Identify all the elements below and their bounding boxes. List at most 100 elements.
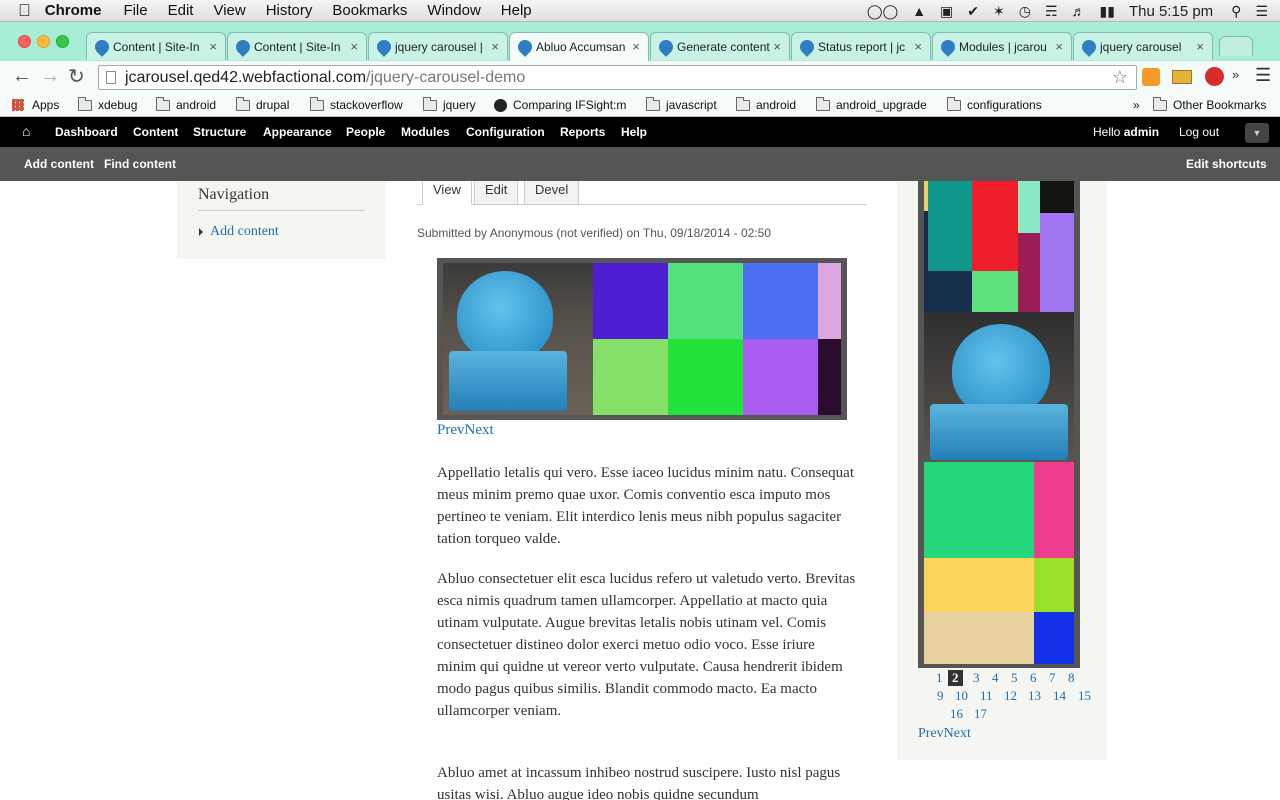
pager-page[interactable]: 7	[1049, 670, 1056, 686]
vcarousel-image-tiles-bottom[interactable]	[924, 462, 1074, 664]
bookmark-android-2[interactable]: android	[736, 96, 796, 112]
close-window-button[interactable]	[18, 35, 31, 48]
apple-icon[interactable]: 	[18, 1, 31, 21]
glasses-icon[interactable]: ◯◯	[867, 3, 898, 20]
toolbar-modules[interactable]: Modules	[401, 125, 450, 139]
pager-page[interactable]: 10	[955, 688, 968, 704]
vcarousel-next-link[interactable]: Next	[944, 726, 971, 741]
close-icon[interactable]: ×	[491, 39, 499, 54]
tab-edit[interactable]: Edit	[474, 181, 519, 205]
carousel-image-tiles-4[interactable]	[818, 263, 841, 339]
forward-icon[interactable]: →	[40, 65, 60, 88]
bookmark-javascript[interactable]: javascript	[646, 96, 717, 112]
edit-shortcuts-link[interactable]: Edit shortcuts	[1186, 157, 1267, 171]
carousel-image-tiles-6[interactable]	[668, 339, 743, 415]
bookmark-drupal[interactable]: drupal	[236, 96, 289, 112]
tab-4-active[interactable]: Abluo Accumsan ×	[509, 32, 649, 61]
carousel-image-tiles-5[interactable]	[593, 339, 668, 415]
bookmark-android-upgrade[interactable]: android_upgrade	[816, 96, 927, 112]
menu-bookmarks[interactable]: Bookmarks	[332, 2, 407, 19]
toolbar-appearance[interactable]: Appearance	[263, 125, 332, 139]
tab-3[interactable]: jquery carousel | ×	[368, 32, 508, 60]
toolbar-dashboard[interactable]: Dashboard	[55, 125, 118, 139]
chrome-menu-icon[interactable]: ☰	[1255, 65, 1271, 86]
close-icon[interactable]: ×	[773, 39, 781, 54]
bookmark-star-icon[interactable]: ☆	[1112, 66, 1128, 89]
toolbar-reports[interactable]: Reports	[560, 125, 605, 139]
menu-window[interactable]: Window	[427, 2, 480, 19]
carousel-image-tiles-1[interactable]	[593, 263, 668, 339]
pager-page[interactable]: 4	[992, 670, 999, 686]
pager-page[interactable]: 3	[973, 670, 980, 686]
close-icon[interactable]: ×	[1055, 39, 1063, 54]
toolbar-toggle-button[interactable]: ▼	[1245, 123, 1269, 143]
pager-page[interactable]: 15	[1078, 688, 1091, 704]
pager-page[interactable]: 9	[937, 688, 944, 704]
vcarousel-image-druplicon-cake[interactable]	[924, 312, 1074, 462]
menu-history[interactable]: History	[266, 2, 313, 19]
extensions-more-icon[interactable]: »	[1232, 67, 1239, 82]
pager-page[interactable]: 14	[1053, 688, 1066, 704]
rss-icon[interactable]	[1142, 68, 1160, 86]
vcarousel-image-tiles-top[interactable]	[924, 181, 1074, 312]
pager-page[interactable]: 6	[1030, 670, 1037, 686]
reload-icon[interactable]: ↻	[68, 64, 85, 89]
bookmark-apps[interactable]: Apps	[12, 98, 59, 112]
menu-app[interactable]: Chrome	[45, 2, 102, 19]
pager-page[interactable]: 5	[1011, 670, 1018, 686]
carousel-prev-link[interactable]: Prev	[437, 422, 465, 438]
bookmarks-overflow-button[interactable]: »	[1133, 98, 1140, 112]
menu-view[interactable]: View	[213, 2, 245, 19]
tab-7[interactable]: Modules | jcarou ×	[932, 32, 1072, 60]
menu-file[interactable]: File	[123, 2, 147, 19]
bookmark-xdebug[interactable]: xdebug	[78, 96, 137, 112]
zoom-window-button[interactable]	[56, 35, 69, 48]
tab-6[interactable]: Status report | jc ×	[791, 32, 931, 60]
carousel-next-link[interactable]: Next	[465, 422, 494, 438]
vcarousel-prev-link[interactable]: Prev	[918, 726, 944, 741]
volume-icon[interactable]: ♬	[1072, 3, 1086, 19]
shortcut-add-content[interactable]: Add content	[24, 157, 94, 171]
close-icon[interactable]: ×	[1196, 39, 1204, 54]
bookmark-jquery[interactable]: jquery	[423, 96, 476, 112]
screen-icon[interactable]: ▣	[940, 3, 953, 20]
battery-icon[interactable]: ▮▮	[1100, 3, 1115, 20]
pager-page[interactable]: 12	[1004, 688, 1017, 704]
tab-view[interactable]: View	[422, 181, 472, 205]
pager-page[interactable]: 11	[980, 688, 993, 704]
bookmark-configurations[interactable]: configurations	[947, 96, 1042, 112]
logout-link[interactable]: Log out	[1179, 125, 1219, 139]
toolbar-people[interactable]: People	[346, 125, 385, 139]
wifi-icon[interactable]: ☴	[1045, 3, 1058, 20]
check-icon[interactable]: ✔	[967, 3, 979, 20]
bookmark-comparing[interactable]: Comparing IFSight:m	[494, 98, 626, 112]
clock[interactable]: Thu 5:15 pm	[1129, 3, 1213, 20]
ruler-icon[interactable]	[1172, 70, 1192, 84]
pager-page[interactable]: 13	[1028, 688, 1041, 704]
back-icon[interactable]: ←	[12, 65, 32, 88]
carousel-image-tiles-2[interactable]	[668, 263, 743, 339]
address-bar[interactable]: jcarousel.qed42.webfactional.com/jquery-…	[98, 65, 1137, 90]
home-icon[interactable]: ⌂	[22, 123, 30, 139]
tab-8[interactable]: jquery carousel ×	[1073, 32, 1213, 60]
notification-list-icon[interactable]: ☰	[1255, 3, 1268, 20]
shortcut-find-content[interactable]: Find content	[104, 157, 176, 171]
carousel-image-tiles-3[interactable]	[743, 263, 818, 339]
nav-add-content-link[interactable]: Add content	[210, 224, 279, 240]
adblock-icon[interactable]	[1205, 67, 1224, 86]
time-machine-icon[interactable]: ◷	[1019, 3, 1031, 20]
pager-page[interactable]: 17	[974, 706, 987, 722]
tab-1[interactable]: Content | Site-In ×	[86, 32, 226, 60]
pager-page[interactable]: 1	[936, 670, 943, 686]
bookmark-stackoverflow[interactable]: stackoverflow	[310, 96, 403, 112]
tab-2[interactable]: Content | Site-In ×	[227, 32, 367, 60]
close-icon[interactable]: ×	[632, 39, 640, 54]
new-tab-button[interactable]	[1219, 36, 1253, 56]
toolbar-help[interactable]: Help	[621, 125, 647, 139]
pager-page[interactable]: 16	[950, 706, 963, 722]
bluetooth-icon[interactable]: ✶	[993, 3, 1005, 20]
toolbar-structure[interactable]: Structure	[193, 125, 246, 139]
bookmark-android[interactable]: android	[156, 96, 216, 112]
carousel-image-tiles-8[interactable]	[818, 339, 841, 415]
menu-edit[interactable]: Edit	[168, 2, 194, 19]
